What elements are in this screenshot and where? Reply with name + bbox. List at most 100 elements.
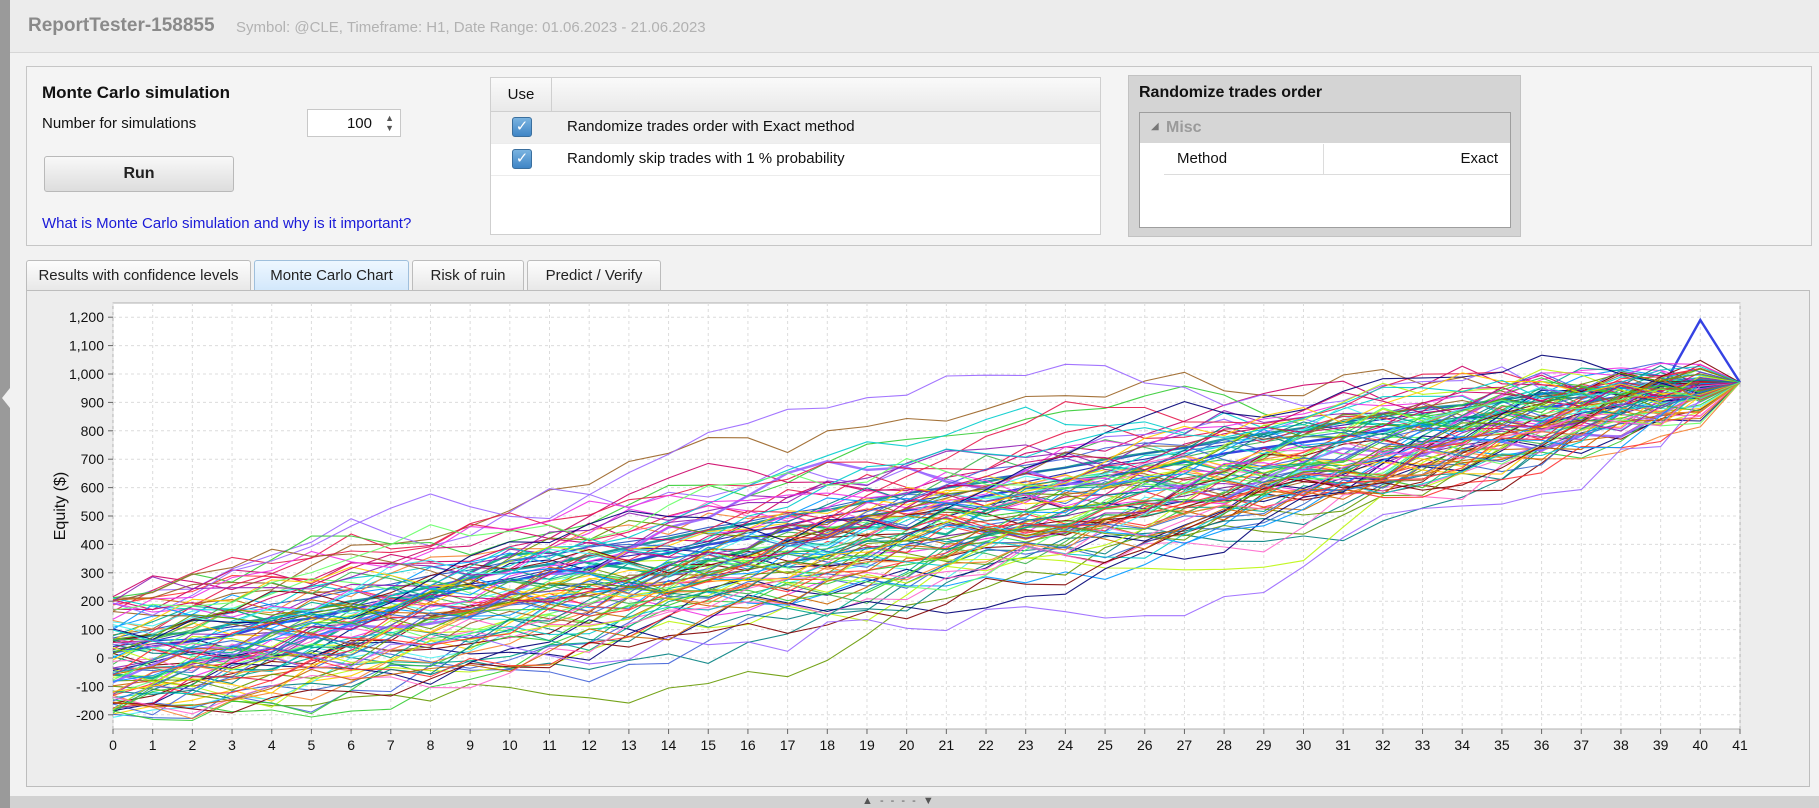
property-grid: ◢ Misc Method Exact xyxy=(1139,112,1511,228)
y-tick-label: 200 xyxy=(81,593,105,609)
x-tick-label: 4 xyxy=(268,737,276,753)
x-tick-label: 41 xyxy=(1732,737,1748,753)
property-group-misc[interactable]: ◢ Misc xyxy=(1140,113,1510,143)
x-tick-label: 23 xyxy=(1018,737,1034,753)
report-window: ReportTester-158855 Symbol: @CLE, Timefr… xyxy=(10,0,1819,800)
spin-down-icon[interactable]: ▼ xyxy=(385,123,394,133)
simulation-count-label: Number for simulations xyxy=(42,115,197,132)
x-tick-label: 12 xyxy=(581,737,597,753)
y-tick-label: 300 xyxy=(81,565,105,581)
y-tick-label: 600 xyxy=(81,480,105,496)
x-tick-label: 26 xyxy=(1137,737,1153,753)
window-title: ReportTester-158855 xyxy=(28,15,215,36)
window-subtitle: Symbol: @CLE, Timeframe: H1, Date Range:… xyxy=(236,19,706,36)
x-tick-label: 36 xyxy=(1534,737,1550,753)
x-tick-label: 38 xyxy=(1613,737,1629,753)
x-tick-label: 28 xyxy=(1216,737,1232,753)
x-tick-label: 35 xyxy=(1494,737,1510,753)
x-tick-label: 21 xyxy=(939,737,955,753)
help-link[interactable]: What is Monte Carlo simulation and why i… xyxy=(42,215,411,232)
x-tick-label: 37 xyxy=(1573,737,1589,753)
x-tick-label: 25 xyxy=(1097,737,1113,753)
tab-monte-carlo-chart[interactable]: Monte Carlo Chart xyxy=(254,260,409,290)
chart-panel: 0 1 2 3 4 5 6 7 8 9 10 11 12 13 14 15 16 17 18 19 20 21 22 23 24… xyxy=(26,290,1810,787)
x-tick-label: 22 xyxy=(978,737,994,753)
options-table: Use ✓ Randomize trades order with Exact … xyxy=(490,77,1101,235)
x-tick-label: 18 xyxy=(820,737,836,753)
option-label: Randomly skip trades with 1 % probabilit… xyxy=(567,150,845,167)
x-tick-label: 7 xyxy=(387,737,395,753)
option-checkbox[interactable]: ✓ xyxy=(512,117,532,137)
y-tick-label: 100 xyxy=(81,622,105,638)
y-tick-label: 1,200 xyxy=(69,309,104,325)
x-tick-label: 30 xyxy=(1296,737,1312,753)
option-row[interactable]: ✓ Randomize trades order with Exact meth… xyxy=(491,112,1100,144)
property-value[interactable]: Exact xyxy=(1460,144,1498,174)
tree-expand-icon[interactable]: ◢ xyxy=(1151,121,1159,132)
x-tick-label: 17 xyxy=(780,737,796,753)
option-row[interactable]: ✓ Randomly skip trades with 1 % probabil… xyxy=(491,144,1100,176)
window-header: ReportTester-158855 Symbol: @CLE, Timefr… xyxy=(10,0,1819,53)
y-tick-label: 800 xyxy=(81,423,105,439)
y-tick-label: 500 xyxy=(81,508,105,524)
property-group-label: Misc xyxy=(1166,119,1202,136)
properties-panel: Randomize trades order ◢ Misc Method Exa… xyxy=(1128,75,1521,237)
x-tick-label: 2 xyxy=(188,737,196,753)
x-tick-label: 6 xyxy=(347,737,355,753)
y-axis: -200 -100 0 100 200 300 400 500 600 700 800 900 1,00… xyxy=(69,309,113,723)
x-tick-label: 8 xyxy=(427,737,435,753)
simulation-count-stepper[interactable]: 100 ▲ ▼ xyxy=(307,109,401,137)
x-tick-label: 3 xyxy=(228,737,236,753)
y-tick-label: -200 xyxy=(76,707,104,723)
run-button[interactable]: Run xyxy=(44,156,234,192)
y-tick-label: -100 xyxy=(76,678,104,694)
x-tick-label: 29 xyxy=(1256,737,1272,753)
x-tick-label: 5 xyxy=(308,737,316,753)
x-tick-label: 11 xyxy=(542,737,557,753)
x-tick-label: 13 xyxy=(621,737,637,753)
spin-up-icon[interactable]: ▲ xyxy=(385,113,394,123)
x-tick-label: 39 xyxy=(1653,737,1669,753)
simulation-title: Monte Carlo simulation xyxy=(42,83,230,102)
x-tick-label: 9 xyxy=(466,737,474,753)
x-tick-label: 31 xyxy=(1335,737,1351,753)
y-axis-label: Equity ($) xyxy=(52,472,69,540)
y-tick-label: 400 xyxy=(81,536,105,552)
x-tick-label: 10 xyxy=(502,737,518,753)
x-axis: 0 1 2 3 4 5 6 7 8 9 10 11 12 13 14 15 16 17 18 19 20 21 22 23 24… xyxy=(109,729,1748,753)
y-tick-label: 900 xyxy=(81,394,105,410)
option-label: Randomize trades order with Exact method xyxy=(567,118,855,135)
properties-title: Randomize trades order xyxy=(1139,84,1323,101)
x-tick-label: 15 xyxy=(700,737,716,753)
option-checkbox[interactable]: ✓ xyxy=(512,149,532,169)
y-tick-label: 1,100 xyxy=(69,338,104,354)
property-name: Method xyxy=(1164,144,1324,174)
x-tick-label: 19 xyxy=(859,737,875,753)
y-tick-label: 0 xyxy=(96,650,104,666)
tab-results-confidence[interactable]: Results with confidence levels xyxy=(26,260,251,290)
use-column-header[interactable]: Use xyxy=(491,78,552,111)
y-tick-label: 1,000 xyxy=(69,366,104,382)
x-tick-label: 24 xyxy=(1058,737,1074,753)
collapse-handle-left[interactable] xyxy=(2,388,10,408)
tab-risk-of-ruin[interactable]: Risk of ruin xyxy=(412,260,524,290)
x-tick-label: 40 xyxy=(1693,737,1709,753)
x-tick-label: 27 xyxy=(1177,737,1193,753)
options-table-header: Use xyxy=(491,78,1100,112)
splitter-collapse-icon[interactable]: ▲ - - - - ▼ xyxy=(862,795,936,807)
simulation-count-value[interactable]: 100 xyxy=(347,115,372,132)
x-tick-label: 32 xyxy=(1375,737,1391,753)
x-tick-label: 33 xyxy=(1415,737,1431,753)
y-tick-label: 700 xyxy=(81,451,105,467)
monte-carlo-chart[interactable]: 0 1 2 3 4 5 6 7 8 9 10 11 12 13 14 15 16 17 18 19 20 21 22 23 24… xyxy=(27,291,1809,786)
checkmark-icon: ✓ xyxy=(515,118,529,135)
x-tick-label: 34 xyxy=(1454,737,1470,753)
x-tick-label: 0 xyxy=(109,737,117,753)
tab-predict-verify[interactable]: Predict / Verify xyxy=(527,260,661,290)
simulation-settings-panel: Monte Carlo simulation Number for simula… xyxy=(26,66,1812,246)
spinner-arrows-icon[interactable]: ▲ ▼ xyxy=(385,113,394,133)
property-row-method[interactable]: Method Exact xyxy=(1164,144,1510,175)
x-tick-label: 20 xyxy=(899,737,915,753)
x-tick-label: 1 xyxy=(149,737,157,753)
x-tick-label: 16 xyxy=(740,737,756,753)
